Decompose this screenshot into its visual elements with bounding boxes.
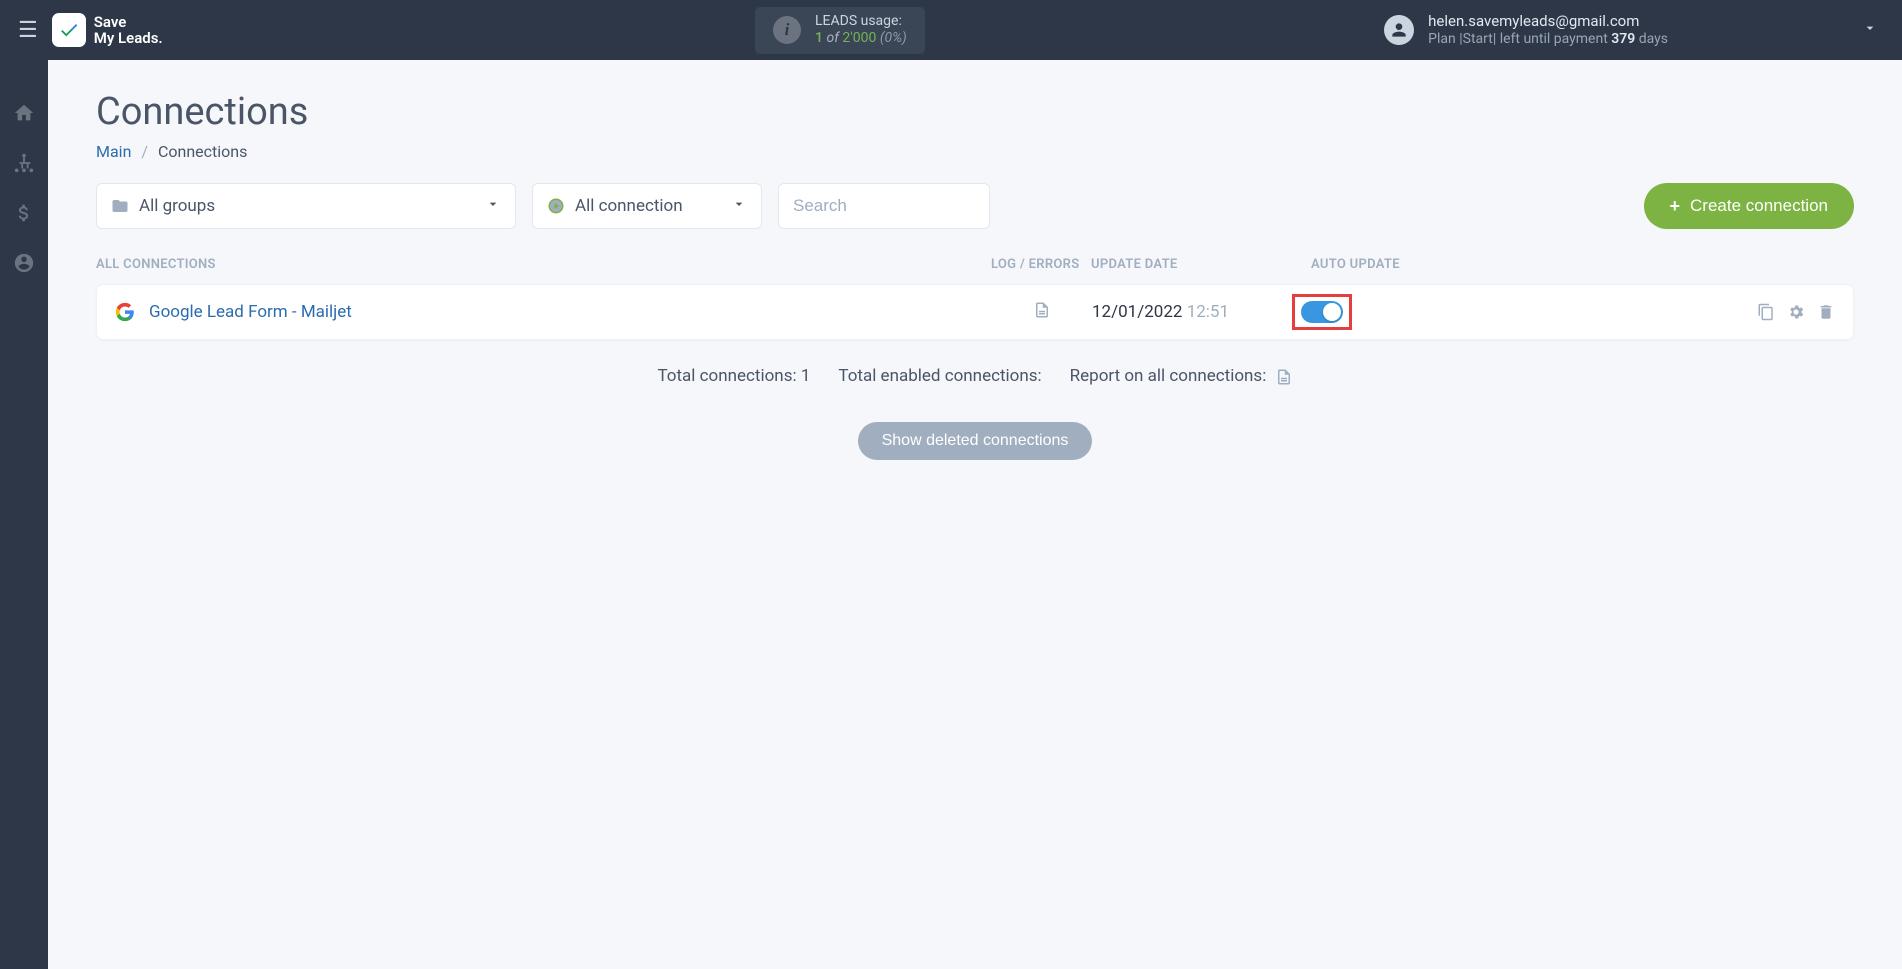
sidebar xyxy=(0,60,48,969)
filters-bar: All groups All connection + Create conne… xyxy=(96,183,1854,229)
usage-current: 1 xyxy=(815,30,823,46)
row-link[interactable]: Google Lead Form - Mailjet xyxy=(149,302,352,322)
check-icon xyxy=(58,19,80,41)
row-actions xyxy=(1757,303,1835,321)
avatar-icon xyxy=(1384,15,1414,45)
groups-dropdown[interactable]: All groups xyxy=(96,183,516,229)
th-log: LOG / ERRORS xyxy=(991,257,1091,272)
play-circle-icon xyxy=(547,197,565,215)
connection-dropdown[interactable]: All connection xyxy=(532,183,762,229)
copy-icon[interactable] xyxy=(1757,303,1775,321)
breadcrumb-sep: / xyxy=(141,142,148,161)
usage-total: 2'000 xyxy=(842,30,876,46)
user-email: helen.savemyleads@gmail.com xyxy=(1428,12,1668,31)
account-icon[interactable] xyxy=(13,252,35,274)
search-input[interactable] xyxy=(778,183,990,229)
info-icon: i xyxy=(773,16,801,44)
breadcrumb-current: Connections xyxy=(158,142,247,161)
breadcrumb-main[interactable]: Main xyxy=(96,142,131,161)
document-icon xyxy=(1033,301,1051,319)
brand-line2: My Leads. xyxy=(94,30,163,47)
groups-label: All groups xyxy=(139,196,215,216)
connections-icon[interactable] xyxy=(13,152,35,174)
folder-icon xyxy=(111,197,129,215)
page-title: Connections xyxy=(96,90,1854,134)
google-icon xyxy=(115,302,135,322)
summary-bar: Total connections: 1 Total enabled conne… xyxy=(96,366,1854,386)
usage-label: LEADS usage: xyxy=(815,13,907,31)
table-row: Google Lead Form - Mailjet 12/01/2022 12… xyxy=(96,284,1854,340)
usage-widget[interactable]: i LEADS usage: 1 of 2'000 (0%) xyxy=(755,7,925,54)
user-widget[interactable]: helen.savemyleads@gmail.com Plan |Start|… xyxy=(1384,12,1878,48)
row-date: 12/01/2022 12:51 xyxy=(1092,302,1292,322)
th-auto: AUTO UPDATE xyxy=(1311,257,1431,272)
main-content: Connections Main / Connections All group… xyxy=(48,60,1902,969)
summary-total: Total connections: 1 xyxy=(657,366,810,386)
chevron-down-icon xyxy=(731,196,747,217)
layout: Connections Main / Connections All group… xyxy=(0,60,1902,969)
document-icon[interactable] xyxy=(1275,368,1293,386)
row-log[interactable] xyxy=(992,301,1092,323)
create-label: Create connection xyxy=(1690,196,1828,216)
trash-icon[interactable] xyxy=(1817,303,1835,321)
user-plan: Plan |Start| left until payment 379 days xyxy=(1428,31,1668,49)
create-connection-button[interactable]: + Create connection xyxy=(1644,183,1855,229)
logo[interactable] xyxy=(52,13,86,47)
table-header: ALL CONNECTIONS LOG / ERRORS UPDATE DATE… xyxy=(96,247,1854,284)
plus-icon: + xyxy=(1670,196,1681,217)
show-deleted-button[interactable]: Show deleted connections xyxy=(858,422,1093,460)
summary-report: Report on all connections: xyxy=(1070,366,1293,386)
brand-name: Save My Leads. xyxy=(94,14,163,47)
summary-enabled: Total enabled connections: xyxy=(838,366,1041,386)
toggle-highlight xyxy=(1292,294,1352,330)
connection-label: All connection xyxy=(575,196,683,216)
gear-icon[interactable] xyxy=(1787,303,1805,321)
billing-icon[interactable] xyxy=(13,202,35,224)
usage-of: of xyxy=(826,30,838,46)
usage-text: LEADS usage: 1 of 2'000 (0%) xyxy=(815,13,907,48)
menu-icon[interactable]: ☰ xyxy=(18,18,38,43)
topbar: ☰ Save My Leads. i LEADS usage: 1 of 2'0… xyxy=(0,0,1902,60)
breadcrumb: Main / Connections xyxy=(96,142,1854,161)
row-auto-update xyxy=(1292,294,1402,330)
usage-pct: (0%) xyxy=(880,30,907,46)
th-name: ALL CONNECTIONS xyxy=(96,257,991,272)
row-name: Google Lead Form - Mailjet xyxy=(115,302,992,322)
user-info: helen.savemyleads@gmail.com Plan |Start|… xyxy=(1428,12,1668,48)
th-date: UPDATE DATE xyxy=(1091,257,1311,272)
chevron-down-icon[interactable] xyxy=(1862,20,1878,40)
chevron-down-icon xyxy=(485,196,501,217)
home-icon[interactable] xyxy=(13,102,35,124)
toggle-knob xyxy=(1323,303,1341,321)
auto-update-toggle[interactable] xyxy=(1301,301,1343,323)
brand-line1: Save xyxy=(94,14,163,31)
